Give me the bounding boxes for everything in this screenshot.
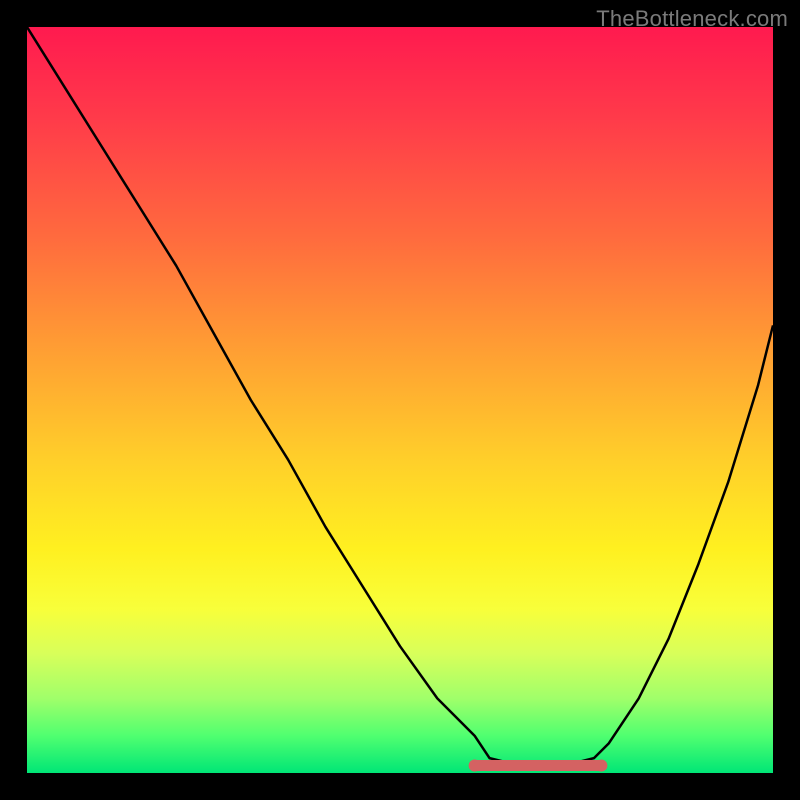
chart-plot-area [27,27,773,773]
chart-highlight-dot-right [595,760,607,772]
chart-highlight-dot-left [469,760,481,772]
watermark-text: TheBottleneck.com [596,6,788,32]
chart-svg [27,27,773,773]
chart-curve-line [27,27,773,766]
